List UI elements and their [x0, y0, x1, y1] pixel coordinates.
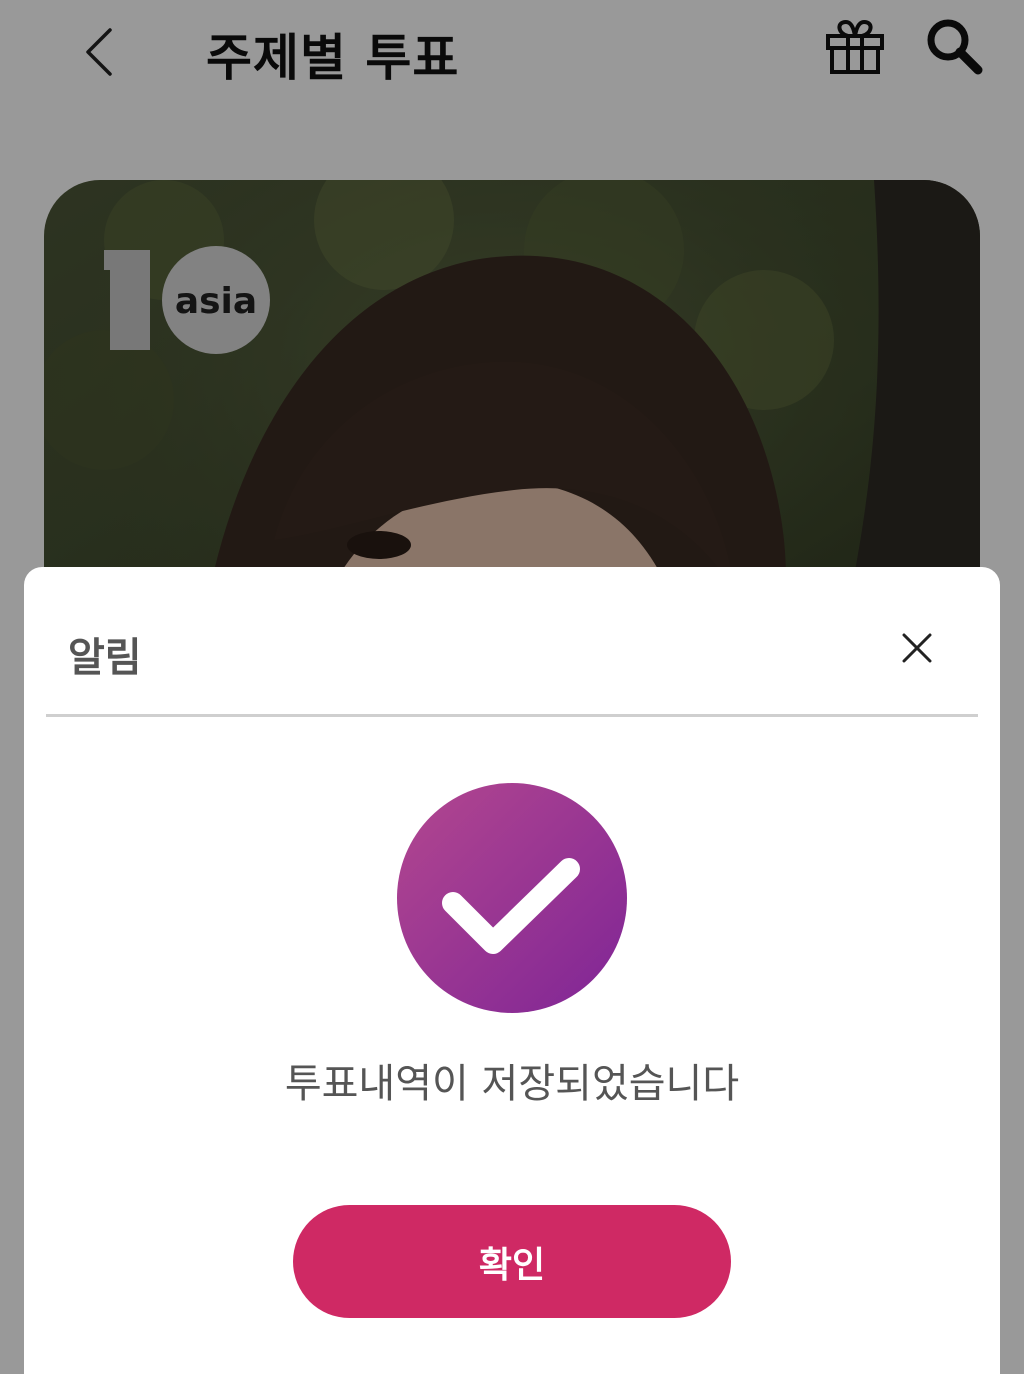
dialog-title: 알림: [68, 635, 142, 681]
check-circle-icon: [397, 783, 627, 1013]
notice-dialog: 알림 투표내역이 저장되었습니다 확인: [24, 567, 1000, 1374]
close-icon: [902, 633, 932, 663]
dialog-message: 투표내역이 저장되었습니다: [284, 1061, 740, 1107]
confirm-button[interactable]: 확인: [293, 1205, 731, 1318]
dialog-divider: [46, 714, 978, 717]
close-button[interactable]: [890, 621, 944, 675]
